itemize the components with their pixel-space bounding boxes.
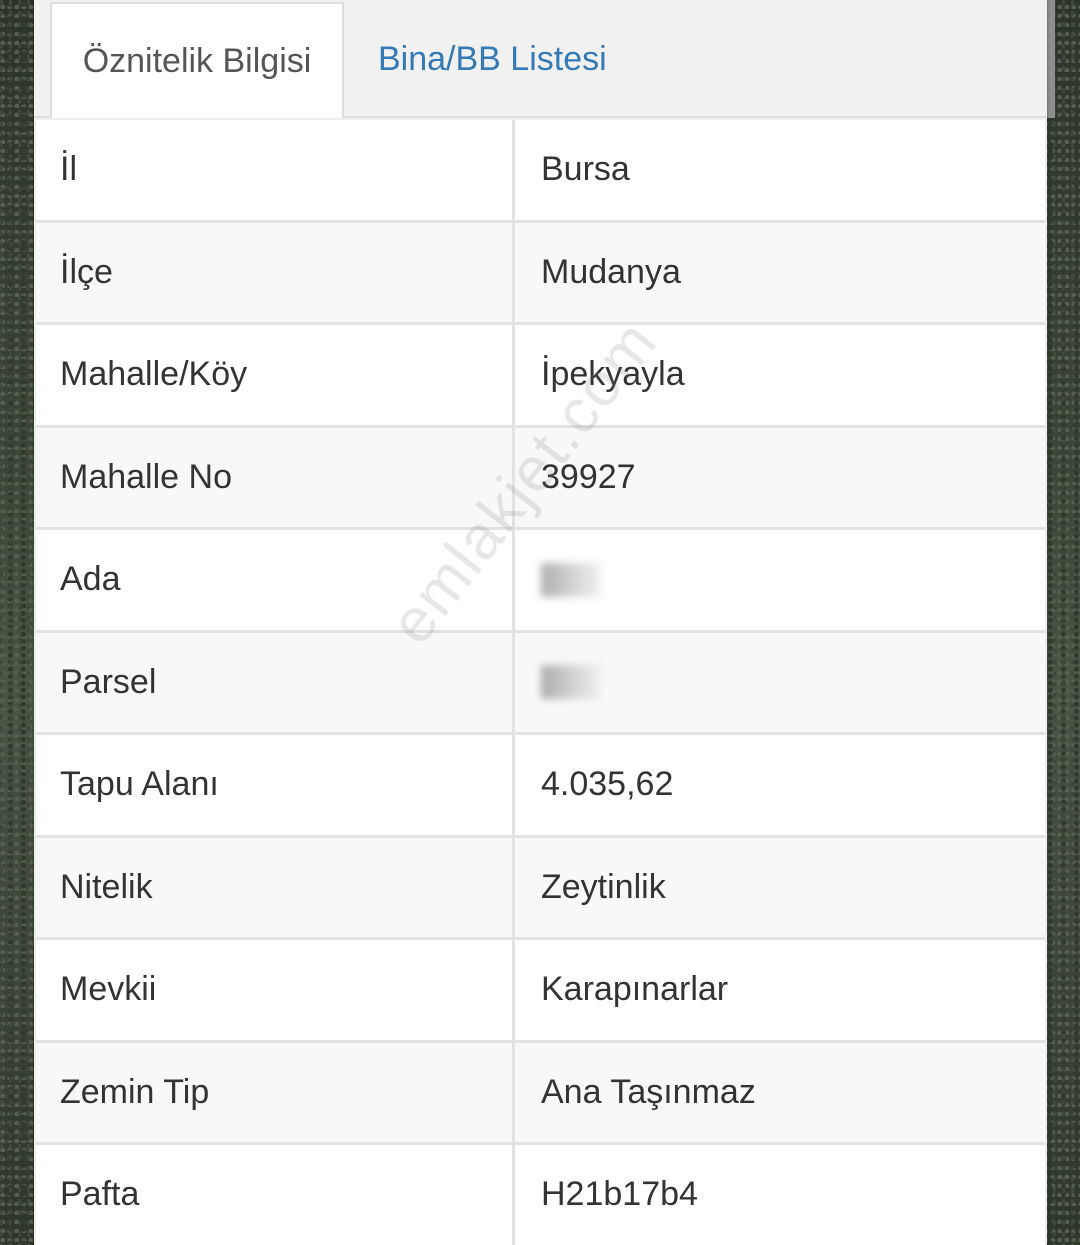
row-label: Parsel: [36, 632, 515, 732]
row-label: İl: [36, 120, 515, 220]
map-background-left: [0, 0, 34, 1245]
row-value: 39927: [541, 457, 636, 496]
row-value-redacted: [515, 633, 1045, 733]
row-value: Bursa: [541, 150, 630, 189]
row-value: Mudanya: [541, 252, 681, 291]
redacted-block: [541, 562, 601, 597]
row-label: Mevkii: [36, 940, 515, 1040]
table-row: Tapu Alanı 4.035,62: [36, 735, 1045, 838]
row-value: Ana Taşınmaz: [541, 1072, 756, 1111]
table-row: İl Bursa: [36, 120, 1045, 223]
attribute-table: İl Bursa İlçe Mudanya Mahalle/Köy İpekya…: [36, 120, 1045, 1245]
row-label: İlçe: [36, 222, 515, 322]
row-value: Zeytinlik: [541, 867, 666, 906]
table-row: Zemin Tip Ana Taşınmaz: [36, 1042, 1045, 1145]
row-label: Pafta: [36, 1145, 515, 1245]
table-row: Mahalle No 39927: [36, 427, 1045, 530]
row-label: Mahalle/Köy: [36, 325, 515, 425]
tab-building-list[interactable]: Bina/BB Listesi: [360, 0, 640, 118]
tab-attribute-info[interactable]: Öznitelik Bilgisi: [50, 2, 344, 118]
table-row: Parsel: [36, 632, 1045, 735]
row-value: H21b17b4: [541, 1175, 698, 1214]
row-label: Ada: [36, 530, 515, 630]
redacted-block: [541, 665, 601, 700]
table-row: Mahalle/Köy İpekyayla: [36, 325, 1045, 428]
row-value-redacted: [515, 530, 1045, 630]
row-label: Tapu Alanı: [36, 735, 515, 835]
row-value: İpekyayla: [541, 355, 685, 394]
row-value: Karapınarlar: [541, 970, 729, 1009]
table-row: İlçe Mudanya: [36, 222, 1045, 325]
table-row: Nitelik Zeytinlik: [36, 837, 1045, 940]
tab-bar: Öznitelik Bilgisi Bina/BB Listesi: [34, 0, 1047, 118]
row-label: Zemin Tip: [36, 1042, 515, 1142]
map-background-right: [1047, 0, 1080, 1245]
table-row: Mevkii Karapınarlar: [36, 940, 1045, 1043]
attribute-panel: Öznitelik Bilgisi Bina/BB Listesi İl Bur…: [34, 0, 1047, 1245]
row-value: 4.035,62: [541, 765, 674, 804]
row-label: Mahalle No: [36, 427, 515, 527]
table-row: Pafta H21b17b4: [36, 1145, 1045, 1245]
scrollbar[interactable]: [1047, 0, 1055, 118]
table-row: Ada: [36, 530, 1045, 633]
row-label: Nitelik: [36, 837, 515, 937]
